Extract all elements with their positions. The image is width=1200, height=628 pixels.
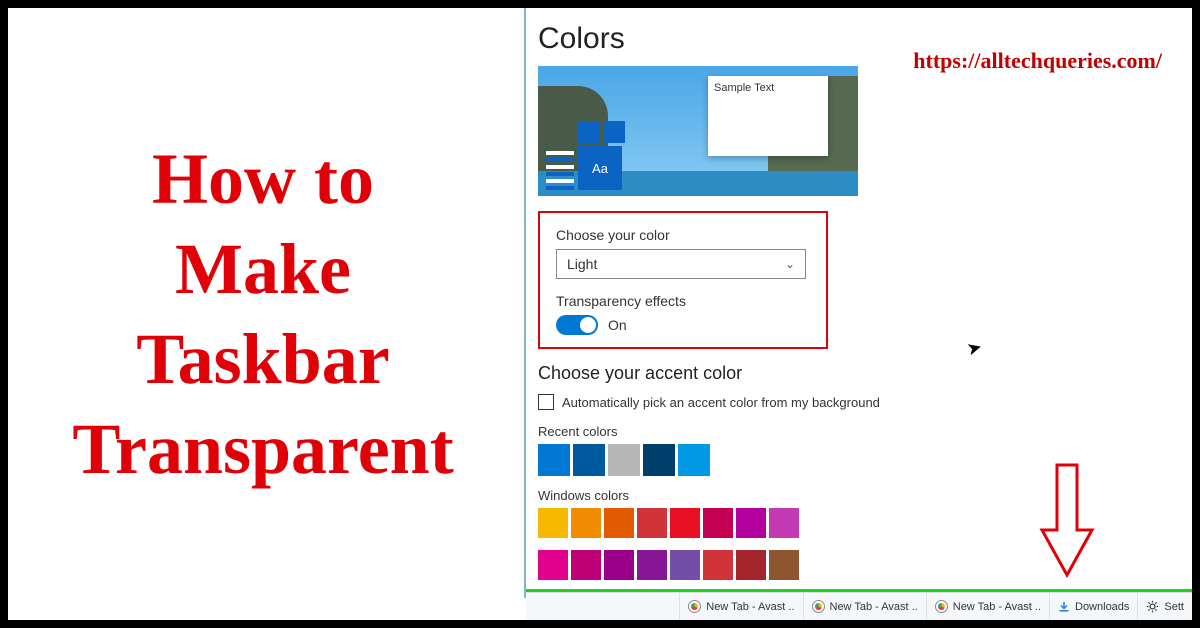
vertical-divider — [524, 8, 526, 598]
browser-icon — [812, 600, 825, 613]
auto-accent-label: Automatically pick an accent color from … — [562, 395, 880, 410]
color-swatch[interactable] — [571, 508, 601, 538]
headline-text: How toMakeTaskbarTransparent — [72, 134, 453, 494]
taskbar-item-label: Downloads — [1075, 601, 1129, 613]
preview-tile: Aa — [578, 146, 622, 190]
sample-text-card: Sample Text — [708, 76, 828, 156]
color-swatch[interactable] — [703, 550, 733, 580]
color-preview: Aa Sample Text — [538, 66, 858, 196]
gear-icon — [1146, 600, 1159, 613]
attention-arrow-icon — [1037, 460, 1097, 580]
color-swatch[interactable] — [573, 444, 605, 476]
browser-icon — [688, 600, 701, 613]
highlighted-settings: Choose your color Light ⌄ Transparency e… — [538, 211, 828, 349]
taskbar-item[interactable]: New Tab - Avast .. — [803, 593, 926, 620]
download-icon — [1058, 601, 1070, 613]
taskbar-item-label: New Tab - Avast .. — [953, 601, 1041, 613]
taskbar-item[interactable]: New Tab - Avast .. — [679, 593, 802, 620]
color-swatch[interactable] — [670, 550, 700, 580]
color-mode-dropdown[interactable]: Light ⌄ — [556, 249, 806, 279]
taskbar-item-label: New Tab - Avast .. — [706, 601, 794, 613]
color-swatch[interactable] — [608, 444, 640, 476]
color-swatch[interactable] — [538, 444, 570, 476]
choose-color-label: Choose your color — [556, 227, 810, 243]
browser-icon — [935, 600, 948, 613]
transparency-toggle[interactable] — [556, 315, 598, 335]
color-swatch[interactable] — [538, 508, 568, 538]
color-swatch[interactable] — [769, 508, 799, 538]
page-title: Colors — [538, 22, 1178, 56]
taskbar-item[interactable]: Sett — [1137, 593, 1192, 620]
tutorial-graphic: How toMakeTaskbarTransparent https://all… — [0, 0, 1200, 628]
transparency-label: Transparency effects — [556, 293, 810, 309]
accent-color-title: Choose your accent color — [538, 363, 1178, 384]
dropdown-value: Light — [567, 256, 597, 272]
auto-accent-checkbox[interactable] — [538, 394, 554, 410]
windows-taskbar: New Tab - Avast .. New Tab - Avast .. Ne… — [526, 592, 1192, 620]
color-swatch[interactable] — [670, 508, 700, 538]
color-swatch[interactable] — [604, 550, 634, 580]
taskbar-item-label: Sett — [1164, 601, 1184, 613]
color-swatch[interactable] — [604, 508, 634, 538]
color-swatch[interactable] — [637, 508, 667, 538]
auto-accent-row[interactable]: Automatically pick an accent color from … — [538, 394, 1178, 410]
taskbar-item[interactable]: Downloads — [1049, 593, 1137, 620]
color-swatch[interactable] — [678, 444, 710, 476]
taskbar-item[interactable]: New Tab - Avast .. — [926, 593, 1049, 620]
color-swatch[interactable] — [571, 550, 601, 580]
chevron-down-icon: ⌄ — [785, 257, 795, 271]
color-swatch[interactable] — [769, 550, 799, 580]
taskbar-item-label: New Tab - Avast .. — [830, 601, 918, 613]
color-swatch[interactable] — [736, 508, 766, 538]
transparency-state: On — [608, 317, 627, 333]
color-swatch[interactable] — [637, 550, 667, 580]
color-swatch[interactable] — [736, 550, 766, 580]
color-swatch[interactable] — [643, 444, 675, 476]
color-swatch[interactable] — [538, 550, 568, 580]
headline-panel: How toMakeTaskbarTransparent — [8, 8, 518, 620]
color-swatch[interactable] — [703, 508, 733, 538]
recent-colors-label: Recent colors — [538, 424, 1178, 439]
